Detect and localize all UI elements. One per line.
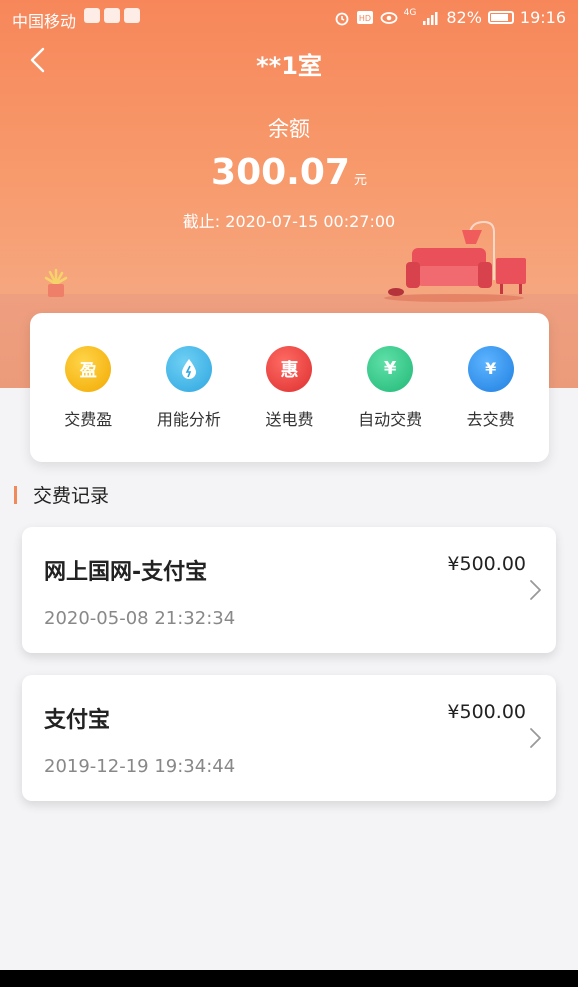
shield-icon xyxy=(84,8,100,23)
payment-record[interactable]: 支付宝 ¥500.00 2019-12-19 19:34:44 xyxy=(22,675,556,801)
action-auto-pay[interactable]: ¥ 自动交费 xyxy=(342,345,438,430)
eye-icon xyxy=(380,11,398,24)
auto-pay-icon: ¥ xyxy=(367,345,414,392)
action-jiaofeiying[interactable]: 盈 交费盈 xyxy=(40,345,136,430)
sofa-illustration xyxy=(384,220,526,302)
action-gift-electricity[interactable]: 惠 送电费 xyxy=(241,345,337,430)
alarm-icon xyxy=(335,12,349,25)
water-drop-icon xyxy=(165,345,212,392)
action-label: 去交费 xyxy=(466,409,515,429)
status-right: HD 4G 82% 19:16 xyxy=(334,8,566,27)
status-bar: 中国移动 HD 4G 82% 19:16 xyxy=(0,0,578,36)
action-label: 用能分析 xyxy=(156,409,221,429)
balance-unit: 元 xyxy=(353,173,367,188)
hd-icon: HD xyxy=(356,11,373,24)
section-title: 交费记录 xyxy=(33,485,110,507)
balance-amount: 300.07 xyxy=(211,152,350,193)
record-channel: 网上国网-支付宝 xyxy=(44,560,208,585)
record-date: 2019-12-19 19:34:44 xyxy=(44,756,236,777)
section-accent-bar xyxy=(14,485,17,504)
clock: 19:16 xyxy=(519,8,566,27)
notification-icons xyxy=(84,8,140,23)
chevron-right-icon xyxy=(530,728,541,748)
heart-icon xyxy=(104,8,120,23)
page-title: **1室 xyxy=(256,52,322,80)
section-heading: 交费记录 xyxy=(14,481,109,508)
svg-text:HD: HD xyxy=(359,14,371,23)
carrier-label: 中国移动 xyxy=(12,12,77,31)
action-label: 送电费 xyxy=(265,409,314,429)
action-label: 自动交费 xyxy=(358,409,423,429)
signal-icon xyxy=(423,11,438,25)
quick-actions-card: 盈 交费盈 用能分析 惠 送电费 ¥ 自动交费 ¥ 去交费 xyxy=(30,313,549,462)
app-icon xyxy=(124,8,140,23)
navigation-bar xyxy=(0,970,578,987)
plant-illustration xyxy=(44,268,68,297)
payment-record[interactable]: 网上国网-支付宝 ¥500.00 2020-05-08 21:32:34 xyxy=(22,527,556,653)
action-energy-analysis[interactable]: 用能分析 xyxy=(141,345,237,430)
network-type: 4G xyxy=(403,7,417,18)
record-amount: ¥500.00 xyxy=(447,701,526,723)
action-label: 交费盈 xyxy=(64,409,113,429)
balance-value: 300.07 元 xyxy=(0,152,578,193)
jiaofeiying-icon: 盈 xyxy=(65,345,112,392)
battery-icon xyxy=(487,11,514,24)
chevron-right-icon xyxy=(530,580,541,600)
battery-percent: 82% xyxy=(446,8,482,27)
record-channel: 支付宝 xyxy=(44,708,111,733)
discount-icon: 惠 xyxy=(266,345,313,392)
record-date: 2020-05-08 21:32:34 xyxy=(44,608,236,629)
record-amount: ¥500.00 xyxy=(447,553,526,575)
lightbulb-icon: ¥ xyxy=(467,345,514,392)
action-pay[interactable]: ¥ 去交费 xyxy=(443,345,539,430)
balance-label: 余额 xyxy=(268,117,310,141)
